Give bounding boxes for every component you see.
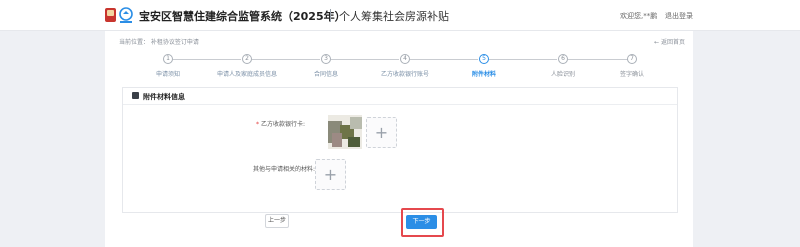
logout-link[interactable]: 退出登录	[665, 11, 693, 21]
logo-icon	[105, 7, 133, 23]
step-3-circle: 3	[321, 54, 331, 64]
step-1-circle: 1	[163, 54, 173, 64]
attachments-panel: 附件材料信息 * 乙方收款银行卡: + 其他与申请相关的材料: +	[122, 87, 678, 213]
step-5-label: 附件材料	[471, 71, 497, 78]
bank-card-label: * 乙方收款银行卡:	[256, 119, 305, 128]
step-5-circle: 5	[479, 54, 489, 64]
breadcrumb: 当前位置： 补租协议签订申请	[119, 39, 199, 46]
plus-icon: +	[374, 123, 389, 142]
step-6-circle: 6	[558, 54, 568, 64]
panel-header: 附件材料信息	[123, 88, 677, 105]
step-3-label: 合同信息	[313, 71, 339, 78]
step-connector	[252, 59, 320, 60]
step-1-label: 申请须知	[155, 71, 181, 78]
next-step-button[interactable]: 下一步	[406, 215, 437, 229]
plus-icon: +	[323, 165, 338, 184]
welcome-text: 欢迎您,**鹏	[620, 12, 658, 20]
step-7-circle: 7	[627, 54, 637, 64]
panel-title: 附件材料信息	[143, 93, 185, 101]
step-connector	[489, 59, 557, 60]
step-6-label: 人脸识别	[550, 71, 576, 78]
step-2-label: 申请人及家庭成员信息	[216, 71, 278, 78]
other-materials-label: 其他与申请相关的材料:	[253, 164, 315, 173]
system-title: 宝安区智慧住建综合监管系统（2025年）	[139, 10, 346, 23]
back-home-link[interactable]: ← 返回首页	[654, 37, 685, 46]
step-connector	[410, 59, 478, 60]
step-2-circle: 2	[242, 54, 252, 64]
module-title: 个人筹集社会房源补贴	[339, 10, 449, 23]
main-content: 当前位置： 补租协议签订申请 ← 返回首页 1 2 3 4 5 6 7 申请须知…	[105, 31, 693, 247]
other-materials-label-text: 其他与申请相关的材料:	[253, 166, 316, 173]
title-divider	[330, 9, 331, 22]
document-icon	[132, 92, 139, 99]
prev-step-button[interactable]: 上一步	[265, 214, 289, 228]
step-connector	[331, 59, 399, 60]
step-7-label: 签字确认	[619, 71, 645, 78]
bank-card-thumbnail[interactable]	[328, 115, 362, 149]
bank-card-label-text: 乙方收款银行卡:	[261, 121, 306, 128]
step-connector	[173, 59, 241, 60]
step-connector	[568, 59, 636, 60]
top-header: 宝安区智慧住建综合监管系统（2025年） 个人筹集社会房源补贴 欢迎您,**鹏 …	[0, 0, 800, 31]
step-progress: 1 2 3 4 5 6 7 申请须知 申请人及家庭成员信息 合同信息 乙方收款银…	[105, 53, 693, 83]
other-materials-upload-button[interactable]: +	[315, 159, 346, 190]
step-4-circle: 4	[400, 54, 410, 64]
bank-card-upload-button[interactable]: +	[366, 117, 397, 148]
required-marker: *	[256, 121, 259, 128]
step-4-label: 乙方收款银行账号	[380, 71, 430, 78]
